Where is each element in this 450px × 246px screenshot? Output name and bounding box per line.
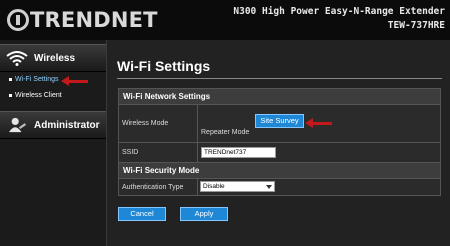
auth-type-row: Authentication Type Disable: [119, 179, 440, 195]
ssid-label: SSID: [119, 143, 198, 162]
apply-button[interactable]: Apply: [180, 207, 228, 221]
brand-name: TRENDnet: [30, 8, 158, 32]
product-name: N300 High Power Easy-N-Range Extender: [233, 6, 445, 17]
chevron-down-icon: [266, 185, 272, 189]
auth-type-select[interactable]: Disable: [200, 181, 275, 192]
section-header-network: Wi-Fi Network Settings: [119, 89, 440, 105]
trendnet-logo: TRENDnet: [7, 7, 158, 33]
sidebar-item-label: Wi-Fi Settings: [15, 76, 59, 83]
sidebar-item-wireless-client[interactable]: Wireless Client: [9, 92, 62, 99]
settings-panel: Wi-Fi Network Settings Wireless Mode Sit…: [118, 88, 441, 196]
sidebar-section-wireless[interactable]: Wireless: [0, 44, 106, 72]
sidebar-admin-label: Administrator: [34, 119, 100, 131]
site-survey-button[interactable]: Site Survey: [255, 114, 304, 128]
annotation-arrow-sidebar: [61, 76, 88, 86]
ssid-row: SSID TRENDnet737: [119, 143, 440, 163]
logo-ring-icon: [7, 9, 29, 31]
sidebar-wireless-label: Wireless: [34, 52, 76, 64]
title-divider: [117, 78, 442, 79]
wireless-mode-value: Repeater Mode: [201, 129, 250, 136]
cancel-button[interactable]: Cancel: [118, 207, 166, 221]
main-content: Wi-Fi Settings Wi-Fi Network Settings Wi…: [106, 40, 450, 246]
admin-tools-icon: [9, 117, 27, 133]
wireless-mode-label: Wireless Mode: [119, 105, 198, 142]
section-header-security: Wi-Fi Security Mode: [119, 163, 440, 179]
page-title: Wi-Fi Settings: [117, 58, 211, 74]
ssid-value-cell: TRENDnet737: [198, 143, 440, 162]
bullet-icon: [9, 94, 12, 97]
wifi-icon: [6, 51, 28, 66]
auth-type-value-cell: Disable: [198, 179, 440, 195]
sidebar-item-wifi-settings[interactable]: Wi-Fi Settings: [9, 76, 59, 83]
ssid-input[interactable]: TRENDnet737: [201, 147, 276, 158]
bullet-icon: [9, 78, 12, 81]
sidebar-item-label: Wireless Client: [15, 92, 62, 99]
sidebar: Wireless Wi-Fi Settings Wireless Client …: [0, 40, 106, 246]
annotation-arrow-site-survey: [305, 118, 332, 128]
model-number: TEW-737HRE: [387, 20, 445, 31]
auth-type-label: Authentication Type: [119, 179, 198, 195]
auth-type-value: Disable: [203, 183, 225, 190]
wireless-mode-row: Wireless Mode Site Survey Repeater Mode: [119, 105, 440, 143]
sidebar-section-administrator[interactable]: Administrator: [0, 111, 106, 139]
header: TRENDnet N300 High Power Easy-N-Range Ex…: [0, 0, 450, 40]
